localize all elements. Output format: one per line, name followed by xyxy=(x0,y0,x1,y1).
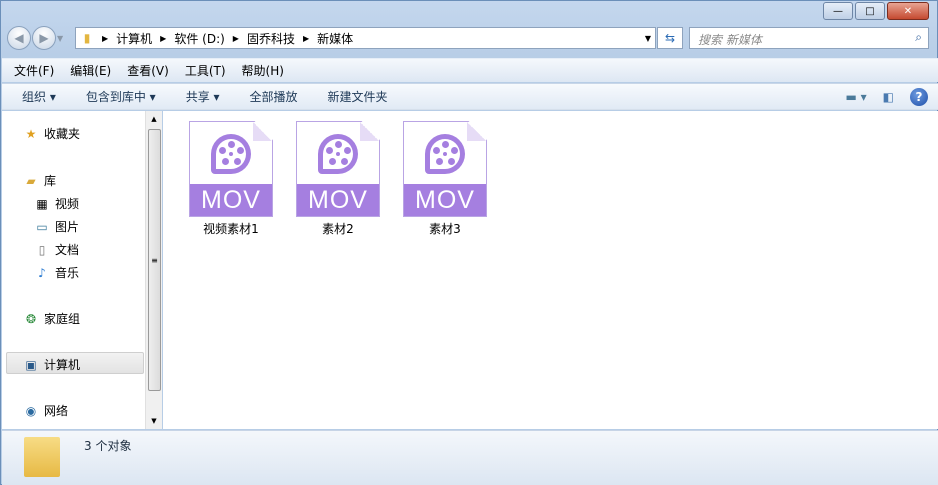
sidebar-item-computer[interactable]: ▣ 计算机 xyxy=(24,356,80,373)
command-bar: 组织 ▾ 包含到库中 ▾ 共享 ▾ 全部播放 新建文件夹 ▬ ▾ ◧ ? xyxy=(2,83,938,110)
document-icon: ▯ xyxy=(38,242,46,257)
new-folder-button[interactable]: 新建文件夹 xyxy=(318,88,398,105)
picture-icon: ▭ xyxy=(36,219,48,234)
sidebar-item-pictures[interactable]: ▭ 图片 xyxy=(35,218,79,235)
menu-tools[interactable]: 工具(T) xyxy=(185,62,226,79)
recent-pages-dropdown[interactable]: ▼ xyxy=(57,34,63,43)
file-item[interactable]: MOV 素材2 xyxy=(288,121,388,237)
include-in-library-button[interactable]: 包含到库中 ▾ xyxy=(76,88,166,105)
address-dropdown[interactable]: ▼ xyxy=(645,34,651,43)
sidebar-item-favorites[interactable]: ★ 收藏夹 xyxy=(24,125,80,142)
sidebar-item-network[interactable]: ◉ 网络 xyxy=(24,402,68,419)
music-icon: ♪ xyxy=(38,265,46,280)
menu-edit[interactable]: 编辑(E) xyxy=(70,62,111,79)
file-list: MOV 视频素材1 MOV 素材2 MOV 素材3 xyxy=(163,111,938,429)
file-name: 素材3 xyxy=(429,222,461,236)
close-button[interactable]: ✕ xyxy=(887,2,929,20)
sidebar-scrollbar[interactable]: ▲ ≡ ▼ xyxy=(145,111,162,429)
label: 网络 xyxy=(44,404,69,418)
folder-icon: ▮ xyxy=(83,31,91,45)
search-icon[interactable]: ⌕ xyxy=(915,30,922,45)
file-item[interactable]: MOV 视频素材1 xyxy=(181,121,281,237)
label: 图片 xyxy=(55,220,80,234)
label: 库 xyxy=(44,174,57,188)
forward-button[interactable]: ▶ xyxy=(32,26,56,50)
label: 收藏夹 xyxy=(44,127,81,141)
maximize-button[interactable]: □ xyxy=(855,2,885,20)
item-count: 3 个对象 xyxy=(84,439,132,453)
film-icon: ▦ xyxy=(36,196,48,211)
sidebar-item-documents[interactable]: ▯ 文档 xyxy=(35,241,79,258)
breadcrumb-folder[interactable]: 固乔科技 xyxy=(247,30,295,47)
breadcrumb-computer[interactable]: 计算机 xyxy=(116,30,152,47)
refresh-button[interactable]: ⇆ xyxy=(657,27,683,49)
sidebar-item-homegroup[interactable]: ❂ 家庭组 xyxy=(24,310,80,327)
play-all-button[interactable]: 全部播放 xyxy=(240,88,308,105)
search-placeholder: 搜索 新媒体 xyxy=(698,33,762,47)
file-ext: MOV xyxy=(404,184,486,216)
menu-file[interactable]: 文件(F) xyxy=(14,62,54,79)
breadcrumb-drive[interactable]: 软件 (D:) xyxy=(174,30,224,47)
library-icon: ▰ xyxy=(26,173,36,188)
file-name: 素材2 xyxy=(322,222,354,236)
scroll-up-arrow[interactable]: ▲ xyxy=(146,115,162,123)
minimize-button[interactable]: — xyxy=(823,2,853,20)
scrollbar-thumb[interactable]: ≡ xyxy=(148,129,161,391)
scroll-down-arrow[interactable]: ▼ xyxy=(146,417,162,425)
breadcrumb-current[interactable]: 新媒体 xyxy=(317,30,353,47)
folder-icon xyxy=(24,437,60,477)
back-button[interactable]: ◀ xyxy=(7,26,31,50)
file-item[interactable]: MOV 素材3 xyxy=(395,121,495,237)
menu-bar: 文件(F) 编辑(E) 查看(V) 工具(T) 帮助(H) xyxy=(2,58,938,82)
label: 文档 xyxy=(55,243,80,257)
homegroup-icon: ❂ xyxy=(25,311,37,326)
explorer-window: — □ ✕ ◀ ▶ ▼ ▮ ▶ 计算机 ▶ 软件 (D:) ▶ 固乔科技 ▶ 新媒体 ▼… xyxy=(0,0,938,485)
window-controls: — □ ✕ xyxy=(823,2,929,20)
navigation-pane: ★ 收藏夹 ▰ 库 ▦ 视频 ▭ 图片 ▯ 文档 ♪ 音乐 ❂ 家庭组 ▣ 计算机 ◉ 网络 xyxy=(2,111,145,429)
sidebar-item-music[interactable]: ♪ 音乐 xyxy=(35,264,79,281)
chevron-right-icon: ▶ xyxy=(232,33,239,43)
label: 音乐 xyxy=(55,266,80,280)
menu-help[interactable]: 帮助(H) xyxy=(242,62,284,79)
mov-file-icon: MOV xyxy=(189,121,273,217)
chevron-right-icon: ▶ xyxy=(102,33,109,43)
address-bar[interactable]: ▮ ▶ 计算机 ▶ 软件 (D:) ▶ 固乔科技 ▶ 新媒体 ▼ xyxy=(75,27,656,49)
label: 家庭组 xyxy=(44,312,81,326)
menu-view[interactable]: 查看(V) xyxy=(127,62,169,79)
help-icon[interactable]: ? xyxy=(910,88,928,106)
sidebar-item-video[interactable]: ▦ 视频 xyxy=(35,195,79,212)
sidebar-item-libraries[interactable]: ▰ 库 xyxy=(24,172,56,189)
file-name: 视频素材1 xyxy=(203,222,259,236)
chevron-right-icon: ▶ xyxy=(160,33,167,43)
mov-file-icon: MOV xyxy=(403,121,487,217)
file-ext: MOV xyxy=(297,184,379,216)
search-input[interactable]: 搜索 新媒体 ⌕ xyxy=(689,27,929,49)
organize-button[interactable]: 组织 ▾ xyxy=(12,88,66,105)
star-icon: ★ xyxy=(25,126,37,141)
label: 计算机 xyxy=(44,358,81,372)
chevron-right-icon: ▶ xyxy=(302,33,310,43)
preview-pane-icon[interactable]: ◧ xyxy=(883,90,894,104)
details-pane: 3 个对象 xyxy=(2,430,938,485)
mov-file-icon: MOV xyxy=(296,121,380,217)
label: 视频 xyxy=(55,197,80,211)
network-icon: ◉ xyxy=(25,403,37,418)
change-view-icon[interactable]: ▬ ▾ xyxy=(845,90,866,104)
computer-icon: ▣ xyxy=(25,357,37,372)
share-button[interactable]: 共享 ▾ xyxy=(176,88,230,105)
file-ext: MOV xyxy=(190,184,272,216)
